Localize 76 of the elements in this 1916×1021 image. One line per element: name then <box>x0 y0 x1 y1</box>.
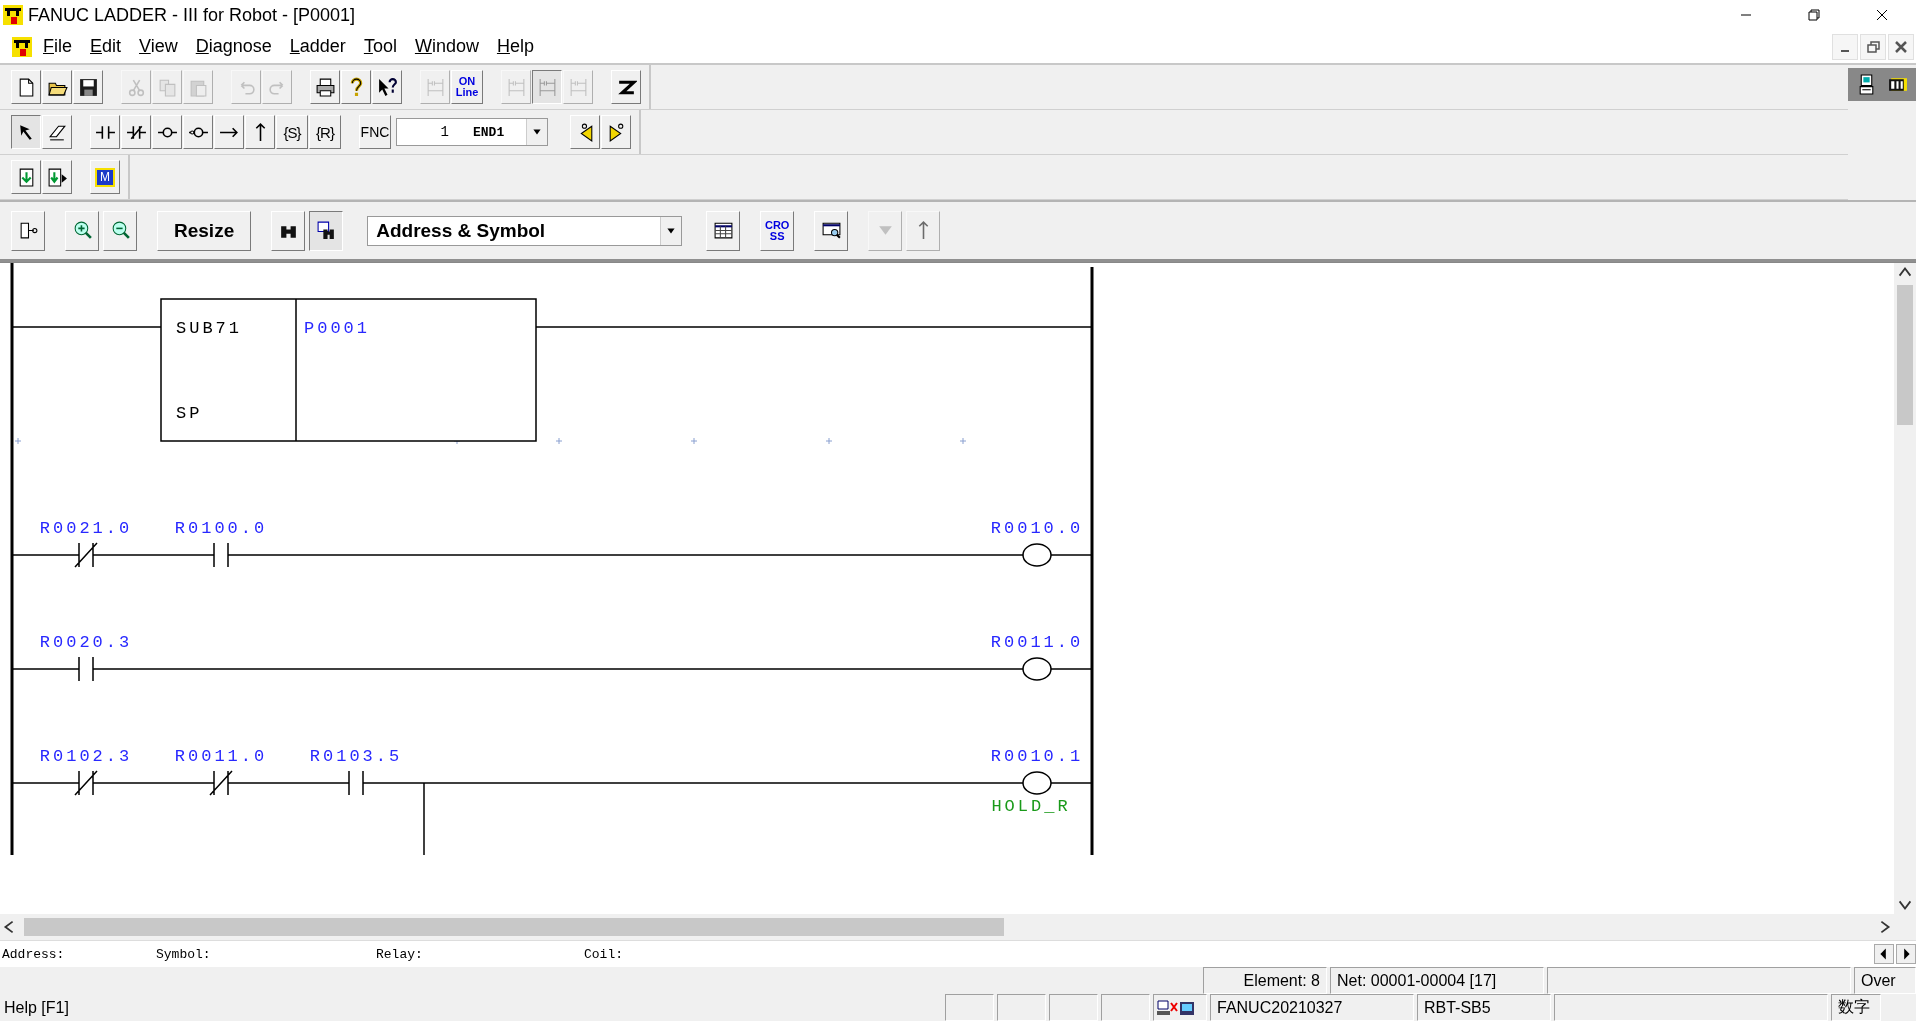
scroll-right-icon[interactable] <box>1896 944 1916 964</box>
monitor-search-icon <box>820 220 842 241</box>
app-logo-icon <box>3 5 23 25</box>
function-block[interactable] <box>160 298 537 442</box>
normally-open-contact[interactable] <box>78 656 94 682</box>
connection-status-icon <box>1156 997 1196 1018</box>
minimize-icon[interactable] <box>1832 33 1858 60</box>
program-address: P0001 <box>304 319 370 338</box>
contact-address: R0011.0 <box>174 747 268 766</box>
contact-address: R0102.3 <box>39 747 133 766</box>
menu-item[interactable]: Diagnose <box>186 36 281 57</box>
contact-address: R0100.0 <box>174 519 268 538</box>
status-pane <box>997 994 1046 1021</box>
normally-open-contact[interactable] <box>213 542 229 568</box>
close-icon[interactable] <box>1888 33 1914 60</box>
toolbar-button[interactable]: CRO SS <box>760 210 795 251</box>
coil-address: R0011.0 <box>990 633 1084 652</box>
vertical-scrollbar[interactable] <box>1894 263 1916 914</box>
menu-item[interactable]: Tool <box>354 36 406 57</box>
status-pane: 数字 <box>1831 994 1881 1021</box>
status-pane <box>1049 994 1098 1021</box>
menu-item[interactable]: Window <box>405 36 488 57</box>
menu-item[interactable]: Ladder <box>280 36 355 57</box>
coil-button[interactable]: {S} <box>276 115 308 149</box>
status-pane <box>1101 994 1150 1021</box>
toolbar-button[interactable] <box>11 115 41 149</box>
restore-icon[interactable] <box>1860 33 1886 60</box>
coil-button[interactable]: {R} <box>309 115 341 149</box>
coil-address: R0010.1 <box>990 747 1084 766</box>
rung-combo-box[interactable]: 1 END1 <box>396 118 548 146</box>
function-parameter: SP <box>176 404 203 423</box>
coil-symbol: HOLD_R <box>991 797 1071 816</box>
normally-closed-contact[interactable] <box>74 542 98 568</box>
output-coil[interactable] <box>1022 657 1052 681</box>
info-label: Address: <box>1 946 66 962</box>
menu-item[interactable]: Edit <box>81 36 131 57</box>
contact-address: R0020.3 <box>39 633 133 652</box>
contact-address: R0021.0 <box>39 519 133 538</box>
toolbar-button[interactable]: ON Line <box>451 70 483 104</box>
download-run-icon <box>46 166 68 188</box>
window-title: FANUC LADDER - III for Robot - [P0001] <box>28 4 356 26</box>
info-label: Relay: <box>375 946 424 962</box>
menu-item[interactable]: View <box>130 36 187 57</box>
status-pane: RBT-SB5 <box>1417 994 1551 1021</box>
status-pane: Net: 00001-00004 [17] <box>1330 967 1544 994</box>
context-help-icon <box>376 76 398 98</box>
function-name: SUB71 <box>176 319 242 338</box>
scroll-left-icon[interactable] <box>1874 944 1894 964</box>
toolbar-button[interactable] <box>309 210 344 251</box>
window-binoculars-icon <box>315 220 337 241</box>
menu-item[interactable]: File <box>34 36 81 57</box>
status-help-text: Help [F1] <box>3 997 70 1018</box>
normally-closed-contact[interactable] <box>74 770 98 796</box>
display-mode-dropdown[interactable]: Address & Symbol <box>367 215 683 246</box>
status-pane <box>945 994 994 1021</box>
printer-icon <box>314 76 336 98</box>
status-pane: FANUC20210327 <box>1210 994 1414 1021</box>
app-logo-icon[interactable] <box>12 36 32 57</box>
contact-address: R0103.5 <box>309 747 403 766</box>
info-label: Coil: <box>583 946 624 962</box>
resize-button[interactable]: Resize <box>157 210 252 251</box>
save-icon <box>77 76 99 98</box>
scroll-thumb[interactable] <box>1897 285 1913 425</box>
info-label: Symbol: <box>155 946 212 962</box>
table-icon <box>712 220 734 241</box>
scroll-thumb[interactable] <box>24 918 1004 936</box>
toolbar-button[interactable]: FNC <box>359 115 391 149</box>
coil-address: R0010.0 <box>990 519 1084 538</box>
status-pane: Over <box>1854 967 1916 994</box>
menu-item[interactable]: Help <box>487 36 543 57</box>
output-coil[interactable] <box>1022 543 1052 567</box>
normally-open-contact[interactable] <box>348 770 364 796</box>
output-coil[interactable] <box>1022 771 1052 795</box>
status-pane: Element: 8 <box>1203 967 1327 994</box>
normally-closed-contact[interactable] <box>209 770 233 796</box>
toolbar-button[interactable]: M <box>90 160 120 194</box>
